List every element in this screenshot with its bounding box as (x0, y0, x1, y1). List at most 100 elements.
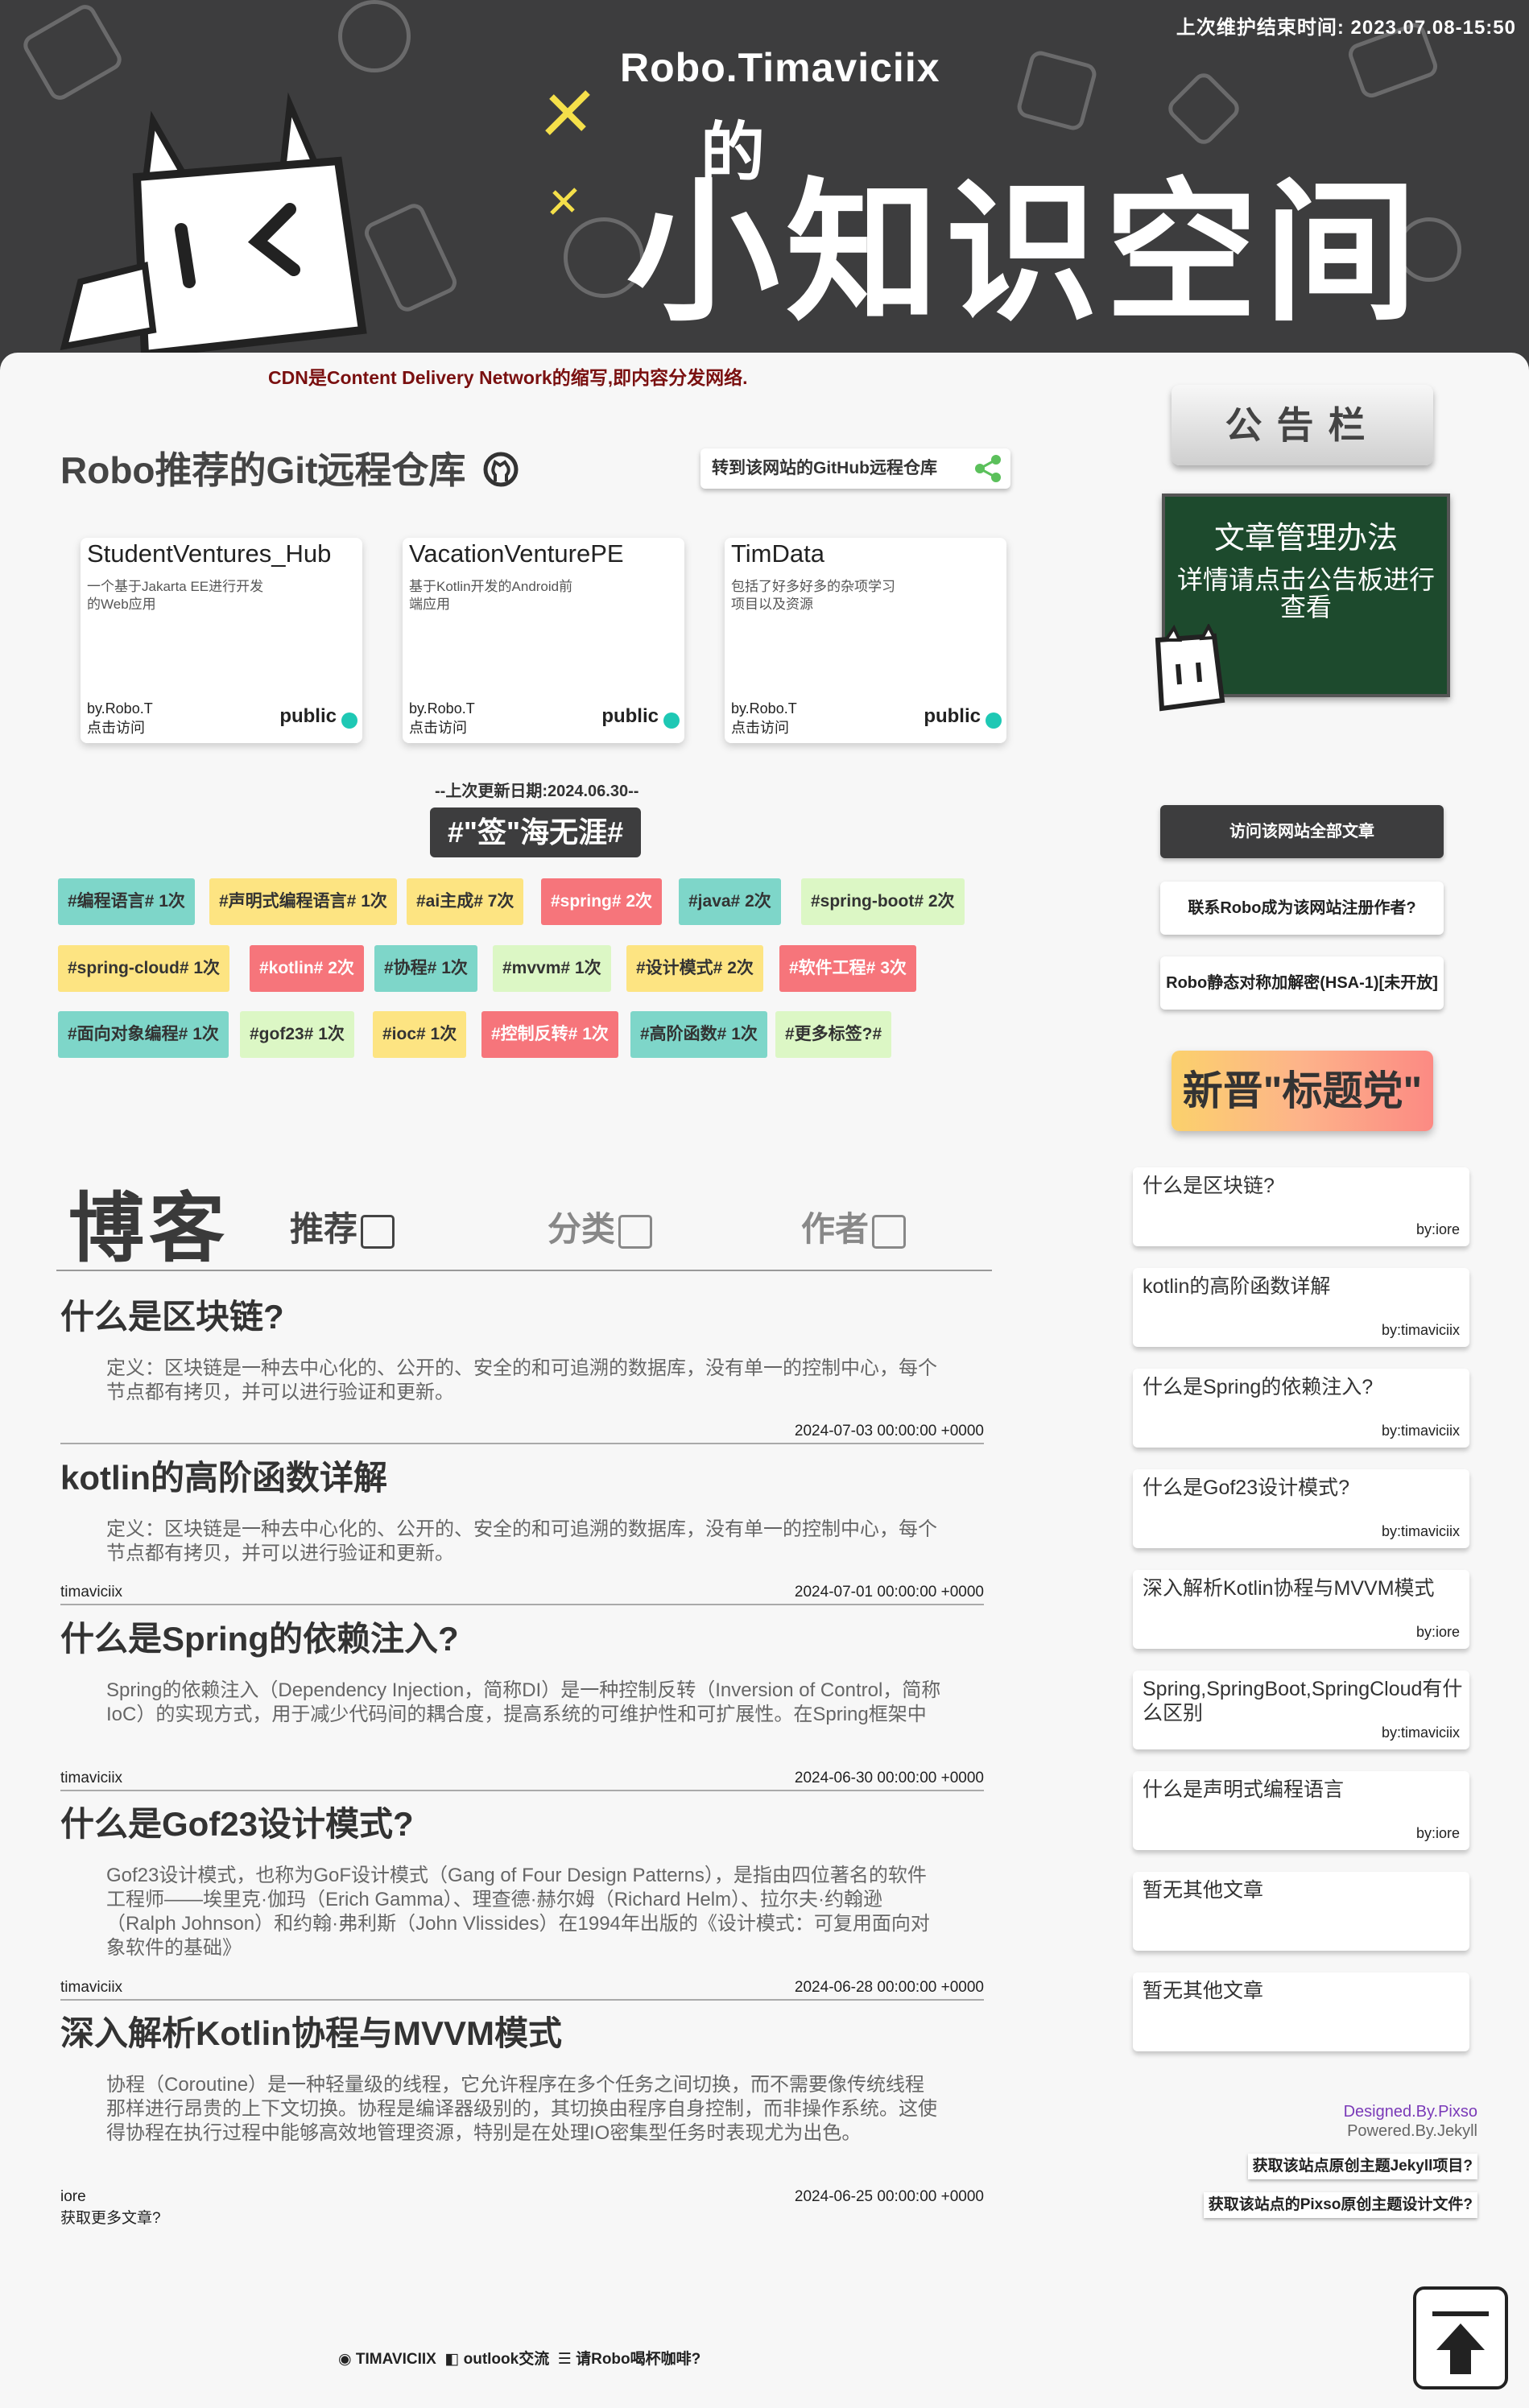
powered-by: Powered.By.Jekyll (1347, 2122, 1477, 2140)
tag-chip[interactable]: #mvvm# 1次 (493, 945, 611, 992)
side-post-author: by:iore (1415, 1221, 1460, 1237)
tab-label: 推荐 (290, 1210, 358, 1248)
divider (56, 1270, 992, 1271)
side-post-author: by:timaviciix (1381, 1322, 1460, 1338)
folder-icon (618, 1214, 653, 1249)
tag-chip[interactable]: #声明式编程语言# 1次 (209, 878, 397, 925)
side-post-card[interactable]: 深入解析Kotlin协程与MVVM模式 by:iore (1133, 1570, 1469, 1649)
tag-chip[interactable]: #ai主成# 7次 (407, 878, 524, 925)
post-excerpt: Gof23设计模式，也称为GoF设计模式（Gang of Four Design… (106, 1865, 930, 1959)
side-post-author: by:timaviciix (1381, 1523, 1460, 1539)
divider (60, 1999, 984, 2001)
repo-card[interactable]: TimData 包括了好多好多的杂项学习项目以及资源 by.Robo.T 点击访问… (725, 538, 1006, 743)
site-header: 上次维护结束时间: 2023.07.08-15:50 Robo.Timavici… (0, 0, 1529, 378)
side-post-card[interactable]: 什么是Spring的依赖注入? by:timaviciix (1133, 1369, 1469, 1448)
repo-visit-link[interactable]: 点击访问 (409, 720, 467, 736)
repo-card[interactable]: VacationVenturePE 基于Kotlin开发的Android前端应用… (403, 538, 684, 743)
repo-visit-link[interactable]: 点击访问 (731, 720, 789, 736)
post-title[interactable]: 深入解析Kotlin协程与MVVM模式 (60, 2006, 562, 2055)
divider (60, 1443, 984, 1444)
chart-icon (361, 1214, 395, 1249)
all-articles-button[interactable]: 访问该网站全部文章 (1160, 805, 1444, 858)
repo-name: StudentVentures_Hub (87, 539, 332, 568)
jekyll-source-button[interactable]: 获取该站点原创主题Jekyll项目? (1247, 2154, 1477, 2179)
tag-chip[interactable]: #编程语言# 1次 (58, 878, 195, 925)
github-repo-link-label: 转到该网站的GitHub远程仓库 (712, 459, 937, 477)
tag-chip[interactable]: #高阶函数# 1次 (630, 1011, 767, 1058)
side-post-title: 暂无其他文章 (1143, 1879, 1264, 1902)
tag-chip[interactable]: #kotlin# 2次 (250, 945, 364, 992)
post-title[interactable]: 什么是Spring的依赖注入? (60, 1612, 459, 1661)
more-posts-link[interactable]: 获取更多文章? (60, 2206, 161, 2228)
side-post-card[interactable]: Spring,SpringBoot,SpringCloud有什么区别 by:tim… (1133, 1671, 1469, 1749)
repo-card[interactable]: StudentVentures_Hub 一个基于Jakarta EE进行开发的W… (81, 538, 362, 743)
site-name: Robo.Timaviciix (620, 45, 940, 90)
tag-chip[interactable]: #面向对象编程# 1次 (58, 1011, 229, 1058)
side-post-author: by:timaviciix (1381, 1423, 1460, 1439)
copyright-icon: ◉ (338, 2351, 352, 2368)
repo-section-title: Robo推荐的Git远程仓库 (60, 441, 519, 494)
post-date: 2024-06-30 00:00:00 +0000 (794, 1770, 984, 1786)
repo-visibility: public (279, 705, 337, 727)
tab-recommend[interactable]: 推荐 (290, 1202, 395, 1251)
repo-visibility: public (601, 705, 659, 727)
divider (60, 1790, 984, 1791)
new-title-banner: 新晋"标题党" (1172, 1051, 1433, 1131)
coffee-icon: ☰ (557, 2351, 572, 2368)
back-to-top-button[interactable] (1413, 2286, 1508, 2389)
tab-label: 分类 (548, 1210, 616, 1248)
tag-chip[interactable]: #设计模式# 2次 (626, 945, 763, 992)
side-post-card[interactable]: kotlin的高阶函数详解 by:timaviciix (1133, 1268, 1469, 1347)
tag-chip[interactable]: #软件工程# 3次 (779, 945, 916, 992)
tags-title: #"签"海无涯# (430, 807, 641, 857)
tag-chip[interactable]: #spring-boot# 2次 (801, 878, 965, 925)
tag-chip[interactable]: #ioc# 1次 (373, 1011, 467, 1058)
side-post-title: 什么是声明式编程语言 (1143, 1778, 1345, 1801)
tag-chip[interactable]: #协程# 1次 (374, 945, 477, 992)
sparkle-icon (545, 90, 590, 135)
side-post-title: Spring,SpringBoot,SpringCloud有什么区别 (1143, 1678, 1463, 1724)
post-title[interactable]: kotlin的高阶函数详解 (60, 1451, 387, 1500)
repo-author: by.Robo.T 点击访问 (87, 699, 153, 737)
post-author: timaviciix (60, 1584, 123, 1601)
tag-chip[interactable]: #控制反转# 1次 (481, 1011, 618, 1058)
notice-board-button[interactable]: 公告栏 (1172, 385, 1433, 465)
post-excerpt: 定义：区块链是一种去中心化的、公开的、安全的和可追溯的数据库，没有单一的控制中心… (106, 1518, 937, 1564)
side-post-card: 暂无其他文章 (1133, 1972, 1469, 2051)
post-author: timaviciix (60, 1770, 123, 1786)
tag-chip[interactable]: #java# 2次 (679, 878, 781, 925)
repo-author: by.Robo.T 点击访问 (409, 699, 475, 737)
pixso-source-button[interactable]: 获取该站点的Pixso原创主题设计文件? (1203, 2192, 1477, 2218)
side-post-card[interactable]: 什么是Gof23设计模式? by:timaviciix (1133, 1469, 1469, 1548)
tab-label: 作者 (801, 1210, 870, 1248)
status-dot-icon (986, 712, 1002, 729)
github-repo-link[interactable]: 转到该网站的GitHub远程仓库 (700, 448, 1010, 489)
side-post-card[interactable]: 什么是声明式编程语言 by:iore (1133, 1771, 1469, 1850)
side-post-title: 什么是区块链? (1143, 1175, 1275, 1197)
repo-author-text: by.Robo.T (409, 700, 475, 717)
post-excerpt: 协程（Coroutine）是一种轻量级的线程，它允许程序在多个任务之间切换，而不… (106, 2074, 937, 2144)
side-post-title: 暂无其他文章 (1143, 1980, 1264, 2002)
post-date: 2024-06-28 00:00:00 +0000 (794, 1979, 984, 1996)
mail-icon: ◧ (444, 2351, 460, 2368)
post-date: 2024-07-03 00:00:00 +0000 (794, 1423, 984, 1439)
tab-category[interactable]: 分类 (548, 1202, 653, 1251)
repo-visit-link[interactable]: 点击访问 (87, 720, 145, 736)
tag-chip[interactable]: #gof23# 1次 (240, 1011, 354, 1058)
side-post-author: by:timaviciix (1381, 1724, 1460, 1741)
status-dot-icon (663, 712, 680, 729)
post-title[interactable]: 什么是Gof23设计模式? (60, 1797, 414, 1846)
designed-by: Designed.By.Pixso (1343, 2103, 1477, 2121)
tag-chip[interactable]: #spring-cloud# 1次 (58, 945, 230, 992)
tag-chip[interactable]: #更多标签?# (775, 1011, 892, 1058)
coffee-link[interactable]: 请Robo喝杯咖啡? (576, 2351, 700, 2368)
post-author: iore (60, 2188, 86, 2205)
side-post-card[interactable]: 什么是区块链? by:iore (1133, 1167, 1469, 1246)
post-title[interactable]: 什么是区块链? (60, 1290, 284, 1339)
tag-chip[interactable]: #spring# 2次 (541, 878, 663, 925)
repo-visibility: public (924, 705, 981, 727)
tab-author[interactable]: 作者 (801, 1202, 907, 1251)
outlook-link[interactable]: outlook交流 (464, 2351, 550, 2368)
encryption-button[interactable]: Robo静态对称加解密(HSA-1)[未开放] (1160, 956, 1444, 1010)
become-author-button[interactable]: 联系Robo成为该网站注册作者? (1160, 882, 1444, 935)
